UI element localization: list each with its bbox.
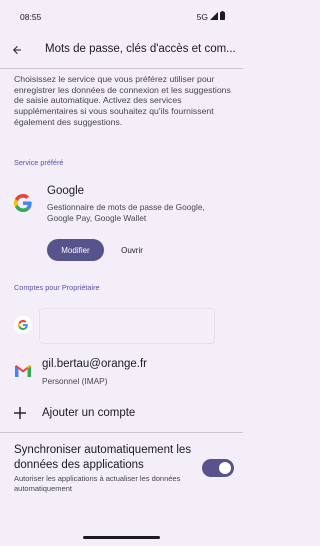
gmail-account-item[interactable]: gil.bertau@orange.fr Personnel (IMAP) bbox=[0, 356, 243, 388]
divider bbox=[0, 432, 243, 433]
toggle-knob bbox=[219, 462, 231, 474]
auto-sync-setting[interactable]: Synchroniser automatiquement les données… bbox=[0, 440, 243, 500]
add-account-label: Ajouter un compte bbox=[42, 407, 136, 419]
section-label-accounts: Comptes pour Propriétaire bbox=[14, 283, 100, 292]
account-email: gil.bertau@orange.fr bbox=[42, 358, 148, 370]
app-bar: Mots de passe, clés d'accès et com... bbox=[0, 36, 243, 66]
sync-title: Synchroniser automatiquement les données… bbox=[14, 444, 192, 471]
intro-text: Choisissez le service que vous préférez … bbox=[14, 74, 231, 127]
plus-icon bbox=[13, 406, 27, 420]
arrow-back-icon bbox=[13, 46, 21, 54]
service-description: Gestionnaire de mots de passe de Google,… bbox=[47, 202, 205, 223]
modify-button[interactable]: Modifier bbox=[47, 239, 104, 261]
section-label-preferred: Service préféré bbox=[14, 158, 64, 167]
status-bar: 08:55 5G bbox=[0, 0, 243, 32]
gmail-icon bbox=[15, 364, 31, 377]
open-button[interactable]: Ouvrir bbox=[108, 239, 156, 261]
status-time: 08:55 bbox=[20, 12, 42, 22]
network-label: 5G bbox=[196, 11, 208, 22]
signal-icon bbox=[210, 11, 218, 22]
gesture-nav-bar[interactable] bbox=[83, 536, 160, 539]
google-g-icon bbox=[14, 194, 32, 212]
sync-description: Autoriser les applications à actualiser … bbox=[14, 474, 181, 493]
account-type: Personnel (IMAP) bbox=[42, 376, 108, 386]
preferred-service-item[interactable]: Google Gestionnaire de mots de passe de … bbox=[0, 182, 243, 232]
google-account-field[interactable] bbox=[39, 308, 215, 344]
add-account-button[interactable]: Ajouter un compte bbox=[0, 402, 243, 426]
page-title: Mots de passe, clés d'accès et com... bbox=[45, 43, 236, 55]
google-account-icon bbox=[14, 316, 32, 334]
service-name: Google bbox=[47, 185, 85, 197]
sync-toggle[interactable] bbox=[202, 459, 234, 477]
divider bbox=[0, 68, 243, 69]
back-button[interactable] bbox=[8, 41, 26, 59]
battery-icon bbox=[220, 11, 225, 22]
status-icons: 5G bbox=[197, 11, 225, 22]
